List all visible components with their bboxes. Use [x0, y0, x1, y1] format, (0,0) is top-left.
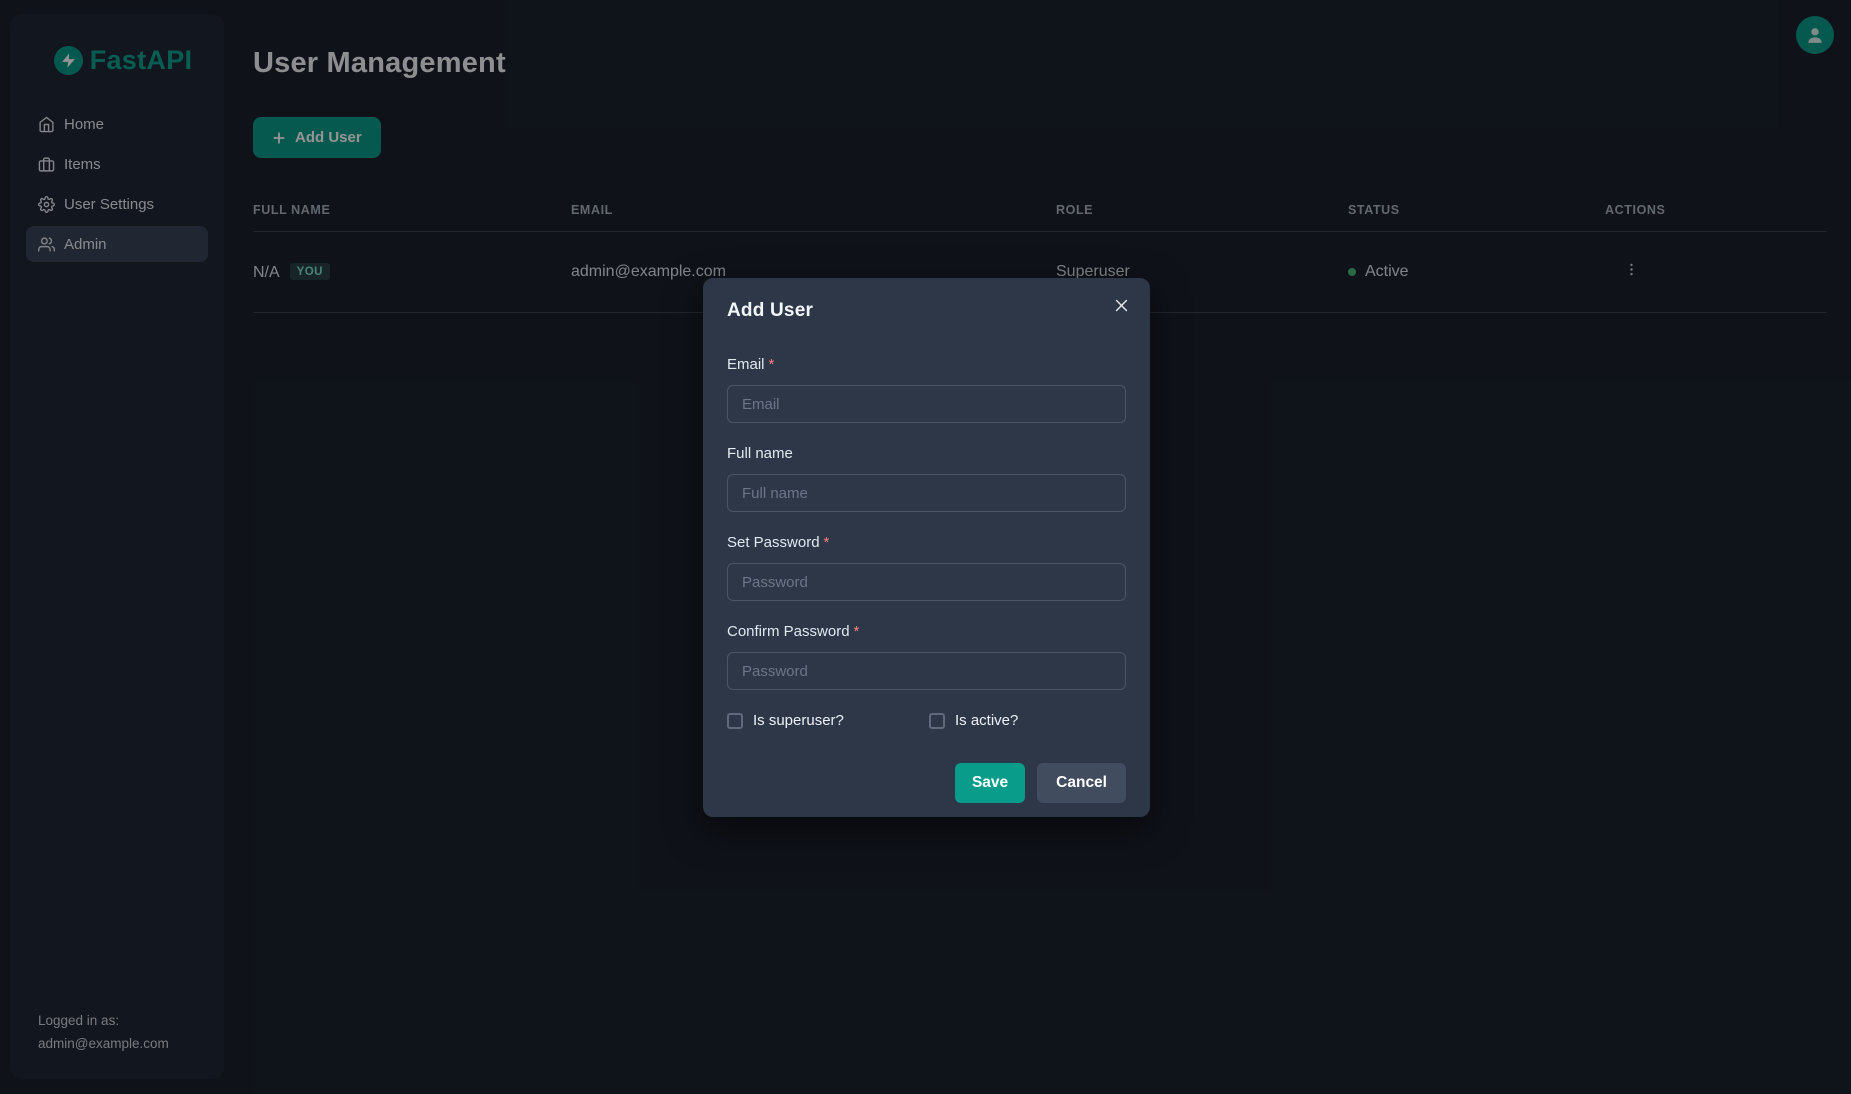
full-name-label: Full name: [727, 445, 1126, 462]
email-field-group: Email*: [727, 356, 1126, 423]
confirm-password-field-group: Confirm Password*: [727, 623, 1126, 690]
modal-title: Add User: [727, 300, 1126, 322]
full-name-input[interactable]: [727, 474, 1126, 512]
is-superuser-label: Is superuser?: [753, 712, 844, 729]
email-input[interactable]: [727, 385, 1126, 423]
app-root: FastAPI Home Items User Settings: [0, 0, 1851, 1094]
required-asterisk: *: [854, 623, 860, 640]
is-active-checkbox[interactable]: [929, 713, 945, 729]
is-active-checkbox-group[interactable]: Is active?: [929, 712, 1018, 729]
cancel-button[interactable]: Cancel: [1037, 763, 1126, 803]
close-button[interactable]: [1110, 294, 1132, 316]
email-label: Email*: [727, 356, 1126, 373]
set-password-input[interactable]: [727, 563, 1126, 601]
is-superuser-checkbox-group[interactable]: Is superuser?: [727, 712, 929, 729]
confirm-password-label: Confirm Password*: [727, 623, 1126, 640]
set-password-label: Set Password*: [727, 534, 1126, 551]
save-button[interactable]: Save: [955, 763, 1025, 803]
required-asterisk: *: [824, 534, 830, 551]
is-active-label: Is active?: [955, 712, 1018, 729]
required-asterisk: *: [769, 356, 775, 373]
add-user-modal: Add User Email* Full name Set Password* …: [703, 278, 1150, 817]
is-superuser-checkbox[interactable]: [727, 713, 743, 729]
full-name-field-group: Full name: [727, 445, 1126, 512]
set-password-field-group: Set Password*: [727, 534, 1126, 601]
modal-footer: Save Cancel: [955, 763, 1126, 803]
checkbox-row: Is superuser? Is active?: [727, 712, 1126, 729]
close-icon: [1113, 297, 1130, 314]
confirm-password-input[interactable]: [727, 652, 1126, 690]
